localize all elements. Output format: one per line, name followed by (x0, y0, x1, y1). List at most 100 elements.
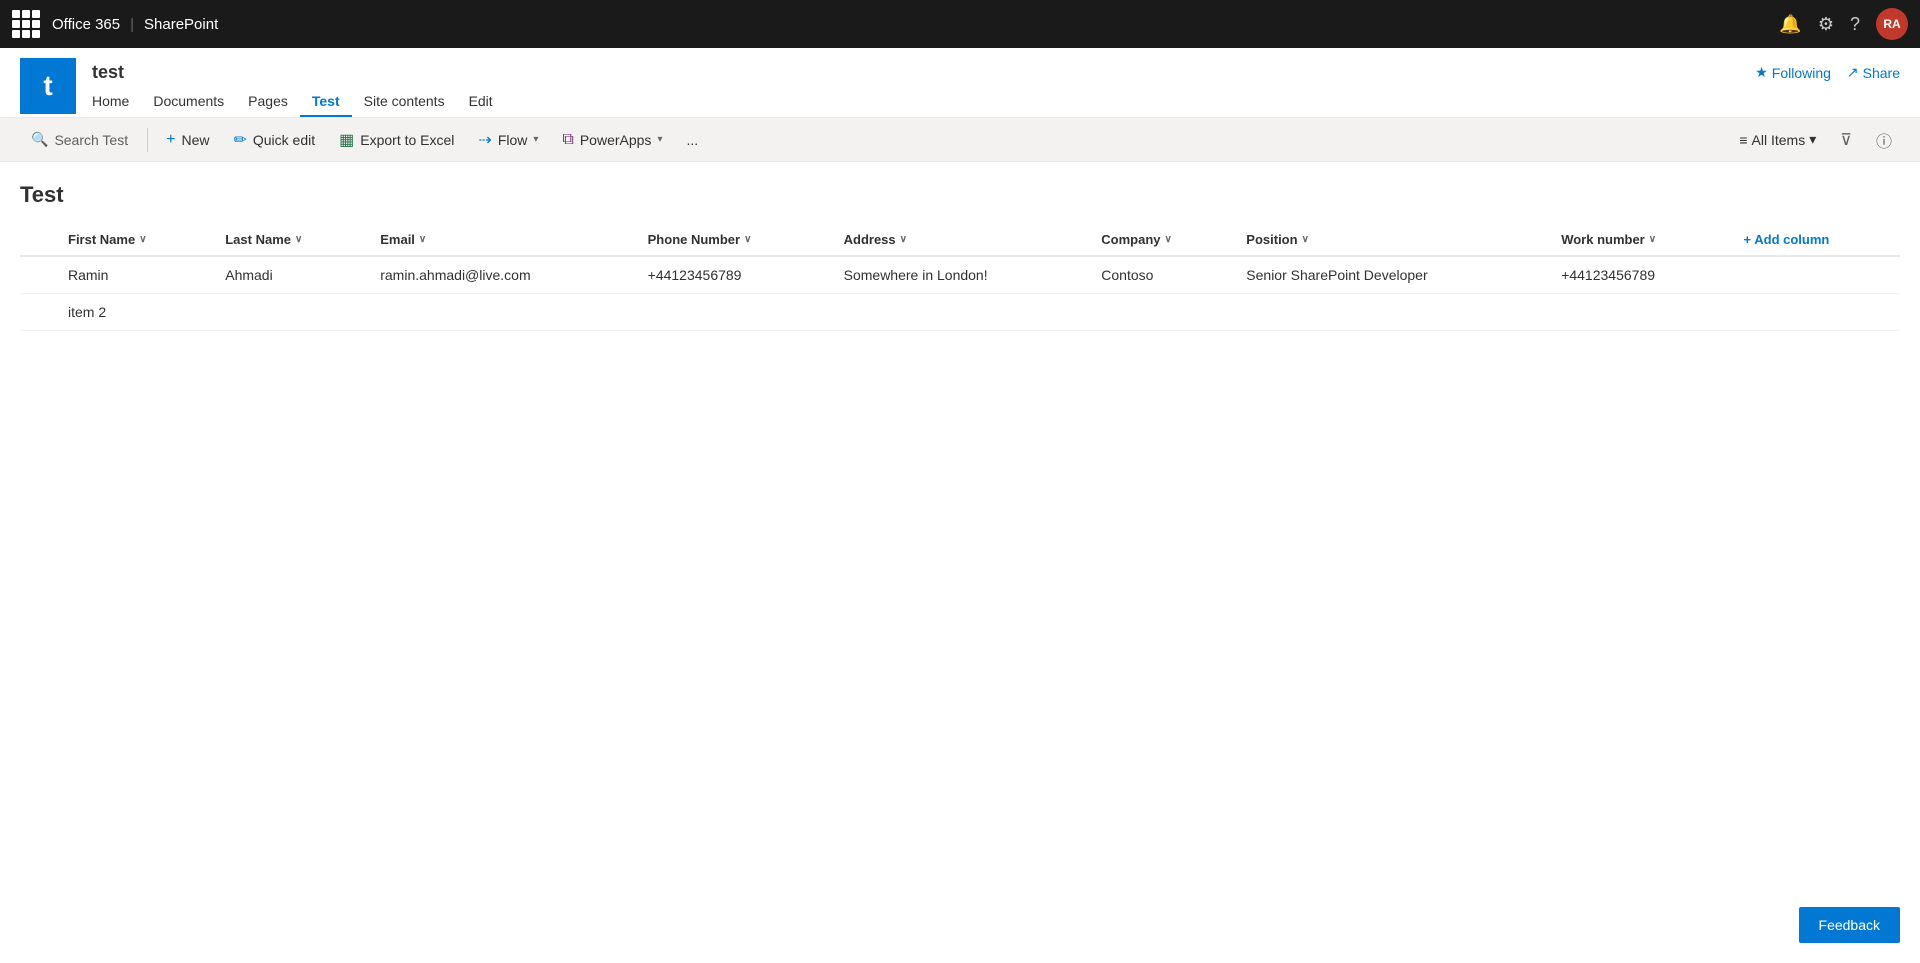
row-select[interactable] (20, 256, 56, 294)
company-sort-icon: ∨ (1165, 234, 1172, 245)
cell-empty[interactable] (1732, 294, 1900, 331)
cell-last-name[interactable]: Ahmadi (213, 256, 368, 294)
powerapps-chevron: ▾ (657, 134, 662, 145)
col-first-name[interactable]: First Name ∨ (56, 224, 213, 256)
first-name-sort-icon: ∨ (139, 234, 146, 245)
col-work-number-label: Work number (1561, 232, 1645, 247)
col-first-name-label: First Name (68, 232, 135, 247)
info-icon: ⓘ (1876, 134, 1892, 151)
work-number-sort-icon: ∨ (1649, 234, 1656, 245)
more-label: ... (686, 132, 698, 148)
user-avatar[interactable]: RA (1876, 8, 1908, 40)
top-bar-right: 🔔 ⚙ ? RA (1779, 8, 1908, 40)
quick-edit-label: Quick edit (253, 132, 315, 148)
filter-button[interactable]: ⊽ (1832, 126, 1860, 154)
export-label: Export to Excel (360, 132, 454, 148)
quick-edit-button[interactable]: ✏ Quick edit (223, 124, 325, 156)
site-name: test (92, 62, 505, 83)
feedback-button[interactable]: Feedback (1799, 907, 1900, 943)
cell-empty[interactable] (1732, 256, 1900, 294)
site-navigation: Home Documents Pages Test Site contents … (92, 87, 505, 117)
view-selector[interactable]: ≡ All Items ▾ (1731, 127, 1824, 152)
cell-first-name[interactable]: item 2 (56, 294, 213, 331)
cell-address[interactable] (832, 294, 1090, 331)
phone-sort-icon: ∨ (744, 234, 751, 245)
nav-edit[interactable]: Edit (457, 87, 505, 117)
search-icon: 🔍 (31, 131, 48, 148)
table-row[interactable]: item 2 (20, 294, 1900, 331)
col-work-number[interactable]: Work number ∨ (1549, 224, 1731, 256)
col-add-column[interactable]: + Add column (1732, 224, 1900, 256)
cell-address[interactable]: Somewhere in London! (832, 256, 1090, 294)
cmd-divider-1 (147, 128, 148, 152)
last-name-sort-icon: ∨ (295, 234, 302, 245)
brand-area: Office 365 | SharePoint (52, 16, 218, 33)
office365-label[interactable]: Office 365 (52, 16, 120, 33)
main-content: Test First Name ∨ Last Name ∨ (0, 162, 1920, 351)
table-row[interactable]: RaminAhmadiramin.ahmadi@live.com+4412345… (20, 256, 1900, 294)
add-column-label: + Add column (1744, 232, 1830, 247)
cell-company[interactable]: Contoso (1089, 256, 1234, 294)
row-select[interactable] (20, 294, 56, 331)
nav-pages[interactable]: Pages (236, 87, 300, 117)
powerapps-icon: ⧉ (562, 131, 573, 149)
following-link[interactable]: ★ Following (1755, 64, 1831, 81)
col-phone-label: Phone Number (648, 232, 740, 247)
share-link[interactable]: ↗ Share (1847, 64, 1900, 81)
cell-email[interactable]: ramin.ahmadi@live.com (368, 256, 635, 294)
following-label: Following (1772, 65, 1831, 81)
cell-email[interactable] (368, 294, 635, 331)
nav-home[interactable]: Home (92, 87, 141, 117)
new-icon: + (166, 131, 175, 149)
search-box[interactable]: 🔍 Search Test (20, 126, 139, 153)
site-header: t test Home Documents Pages Test Site co… (0, 48, 1920, 118)
flow-icon: ⇢ (478, 130, 491, 150)
waffle-menu-icon[interactable] (12, 10, 40, 38)
cell-position[interactable] (1234, 294, 1549, 331)
share-icon: ↗ (1847, 64, 1859, 81)
table-header-row: First Name ∨ Last Name ∨ Email ∨ (20, 224, 1900, 256)
col-last-name[interactable]: Last Name ∨ (213, 224, 368, 256)
col-phone-number[interactable]: Phone Number ∨ (636, 224, 832, 256)
col-company[interactable]: Company ∨ (1089, 224, 1234, 256)
settings-button[interactable]: ⚙ (1818, 14, 1834, 35)
new-label: New (181, 132, 209, 148)
add-column-button[interactable]: + Add column (1744, 232, 1888, 247)
search-placeholder: Search Test (54, 132, 128, 148)
site-header-right: ★ Following ↗ Share (1755, 58, 1900, 81)
cell-company[interactable] (1089, 294, 1234, 331)
col-position[interactable]: Position ∨ (1234, 224, 1549, 256)
flow-button[interactable]: ⇢ Flow ▾ (468, 124, 548, 156)
new-button[interactable]: + New (156, 125, 219, 155)
cell-work-number[interactable] (1549, 294, 1731, 331)
top-bar-left: Office 365 | SharePoint (12, 10, 218, 38)
cell-phone[interactable] (636, 294, 832, 331)
sharepoint-label[interactable]: SharePoint (144, 16, 218, 33)
nav-site-contents[interactable]: Site contents (352, 87, 457, 117)
pencil-icon: ✏ (233, 130, 246, 150)
table-body: RaminAhmadiramin.ahmadi@live.com+4412345… (20, 256, 1900, 331)
cell-position[interactable]: Senior SharePoint Developer (1234, 256, 1549, 294)
col-address[interactable]: Address ∨ (832, 224, 1090, 256)
list-title: Test (20, 182, 1900, 208)
cell-first-name[interactable]: Ramin (56, 256, 213, 294)
view-label: All Items (1752, 132, 1806, 148)
command-bar-right: ≡ All Items ▾ ⊽ ⓘ (1731, 124, 1900, 156)
cell-last-name[interactable] (213, 294, 368, 331)
col-email[interactable]: Email ∨ (368, 224, 635, 256)
cell-work-number[interactable]: +44123456789 (1549, 256, 1731, 294)
col-company-label: Company (1101, 232, 1160, 247)
help-button[interactable]: ? (1850, 14, 1860, 35)
nav-documents[interactable]: Documents (141, 87, 236, 117)
nav-test[interactable]: Test (300, 87, 352, 117)
more-button[interactable]: ... (676, 126, 708, 154)
col-last-name-label: Last Name (225, 232, 291, 247)
export-to-excel-button[interactable]: ▦ Export to Excel (329, 124, 464, 156)
powerapps-button[interactable]: ⧉ PowerApps ▾ (552, 125, 672, 155)
site-info: test Home Documents Pages Test Site cont… (92, 58, 505, 117)
cell-phone[interactable]: +44123456789 (636, 256, 832, 294)
site-header-left: t test Home Documents Pages Test Site co… (20, 58, 505, 117)
notifications-button[interactable]: 🔔 (1779, 14, 1801, 35)
info-button[interactable]: ⓘ (1868, 124, 1900, 156)
col-position-label: Position (1246, 232, 1297, 247)
